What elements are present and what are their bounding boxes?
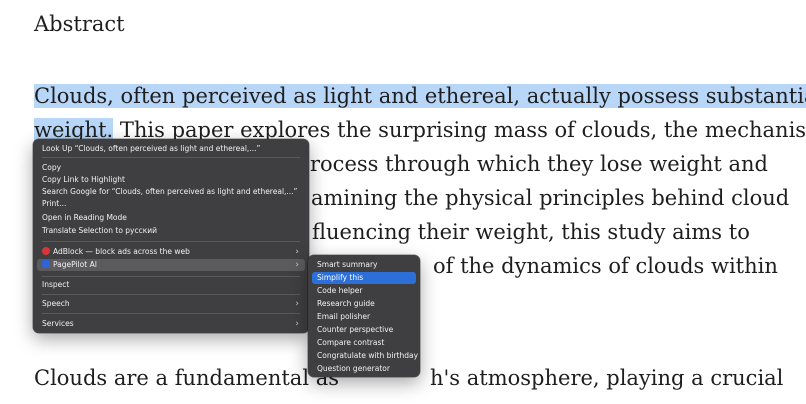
menu-separator — [42, 313, 300, 314]
selected-text[interactable]: Clouds, often perceived as light and eth… — [34, 84, 806, 108]
menu-separator — [42, 241, 300, 242]
menu-print[interactable]: Print... — [37, 198, 305, 210]
menu-translate-selection[interactable]: Translate Selection to русский — [37, 225, 305, 237]
pagepilot-submenu: Smart summary Simplify this Code helper … — [308, 255, 420, 377]
chevron-right-icon: › — [295, 299, 299, 309]
submenu-compare-contrast[interactable]: Compare contrast — [312, 337, 416, 349]
submenu-congratulate-birthday[interactable]: Congratulate with birthday — [312, 350, 418, 362]
submenu-question-generator[interactable]: Question generator — [312, 363, 416, 375]
paragraph-2-line-1-end: h's atmosphere, playing a crucial — [430, 366, 784, 390]
paragraph-line-4: amining the physical principles behind c… — [311, 186, 790, 210]
menu-copy[interactable]: Copy — [37, 162, 305, 174]
chevron-right-icon: › — [295, 247, 299, 257]
submenu-smart-summary[interactable]: Smart summary — [312, 259, 416, 271]
submenu-simplify-this[interactable]: Simplify this — [312, 272, 416, 284]
adblock-icon — [42, 247, 50, 255]
paragraph-2-line-1-start: Clouds are a fundamental as — [34, 366, 340, 390]
paragraph-line-6: of the dynamics of clouds within — [433, 254, 778, 278]
menu-search-google[interactable]: Search Google for “Clouds, often perceiv… — [37, 186, 305, 198]
menu-services[interactable]: Services › — [37, 318, 305, 330]
paragraph-line-1: Clouds, often perceived as light and eth… — [34, 79, 806, 113]
menu-open-reading-mode[interactable]: Open in Reading Mode — [37, 212, 305, 224]
menu-inspect[interactable]: Inspect — [37, 279, 305, 291]
paragraph-line-5: fluencing their weight, this study aims … — [312, 220, 750, 244]
menu-separator — [42, 294, 300, 295]
submenu-counter-perspective[interactable]: Counter perspective — [312, 324, 416, 336]
menu-pagepilot-ai[interactable]: PagePilot AI › — [37, 259, 305, 271]
menu-adblock[interactable]: AdBlock — block ads across the web › — [37, 246, 305, 258]
menu-separator — [42, 157, 300, 158]
submenu-email-polisher[interactable]: Email polisher — [312, 311, 416, 323]
pagepilot-icon — [42, 260, 50, 268]
abstract-heading: Abstract — [34, 12, 125, 36]
paragraph-line-3: rocess through which they lose weight an… — [310, 152, 768, 176]
submenu-code-helper[interactable]: Code helper — [312, 285, 416, 297]
context-menu: Look Up “Clouds, often perceived as ligh… — [33, 139, 309, 333]
submenu-research-guide[interactable]: Research guide — [312, 298, 416, 310]
menu-separator — [42, 276, 300, 277]
menu-copy-link-to-highlight[interactable]: Copy Link to Highlight — [37, 174, 305, 186]
menu-look-up[interactable]: Look Up “Clouds, often perceived as ligh… — [37, 143, 305, 155]
menu-speech[interactable]: Speech › — [37, 298, 305, 310]
chevron-right-icon: › — [295, 319, 299, 329]
chevron-right-icon: › — [295, 260, 299, 270]
